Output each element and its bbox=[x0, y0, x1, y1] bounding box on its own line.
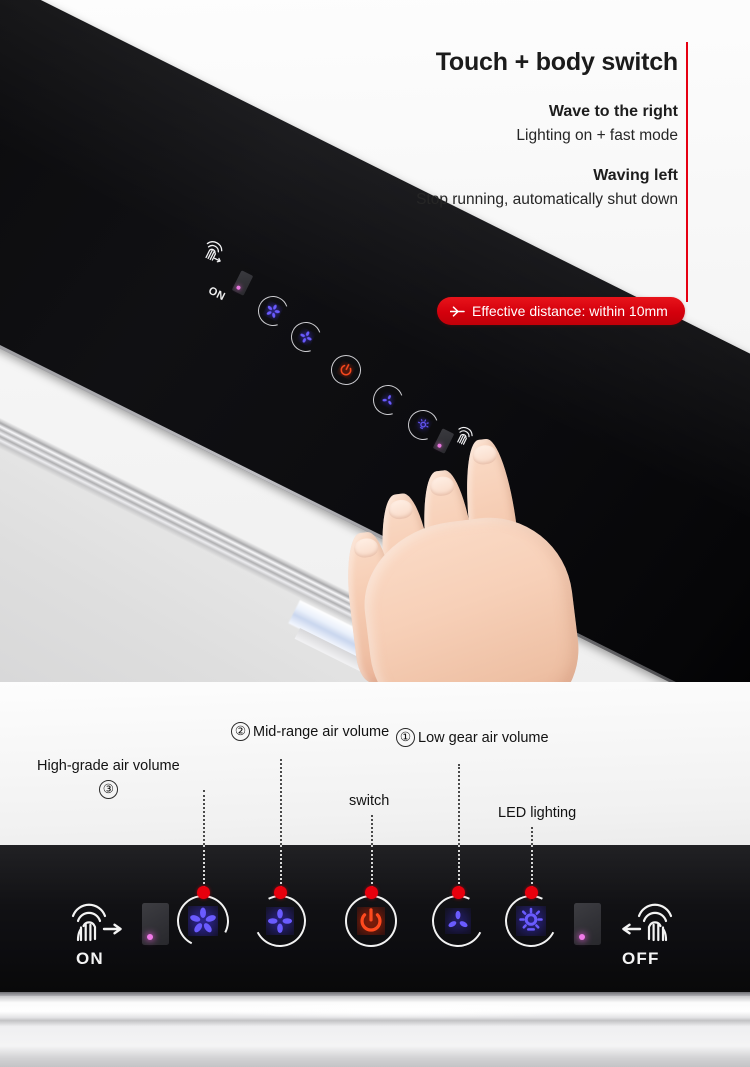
callout-high-grade-number: ③ bbox=[98, 780, 118, 799]
callout-switch: switch bbox=[349, 793, 389, 809]
on-label: ON bbox=[76, 949, 104, 968]
touch-control-panel: ON OFF bbox=[0, 845, 750, 992]
marker-power bbox=[365, 886, 378, 899]
callout-mid-range: ② Mid-range air volume bbox=[231, 722, 389, 741]
button-low-speed-fan[interactable] bbox=[425, 888, 491, 954]
callout-high-grade-label: High-grade air volume bbox=[37, 758, 180, 774]
marker-led-light bbox=[525, 886, 538, 899]
effective-distance-badge: Effective distance: within 10mm bbox=[437, 297, 685, 325]
hood-metal-trim bbox=[0, 992, 750, 1067]
feature-2-title: Waving left bbox=[593, 167, 678, 184]
off-label: OFF bbox=[622, 949, 660, 968]
leader-switch bbox=[371, 815, 373, 845]
leader-led-lighting bbox=[531, 827, 533, 845]
marker-high-fan bbox=[197, 886, 210, 899]
ir-sensor-window-right bbox=[574, 903, 601, 945]
fan-3-blade-icon bbox=[445, 908, 471, 934]
fan-5-blade-icon bbox=[188, 906, 218, 936]
button-power-switch[interactable] bbox=[345, 895, 397, 947]
leader-low-gear-lower bbox=[458, 845, 460, 892]
button-led-light[interactable] bbox=[498, 888, 564, 954]
callout-led-lighting: LED lighting bbox=[498, 805, 576, 821]
metal-trim-highlight bbox=[202, 1002, 593, 1018]
leader-switch-lower bbox=[371, 845, 373, 892]
red-accent-line bbox=[685, 42, 688, 302]
leader-low-gear bbox=[458, 764, 460, 845]
feature-2-desc: Stop running, automatically shut down bbox=[416, 191, 678, 208]
button-high-speed-fan[interactable] bbox=[170, 888, 236, 954]
hand-wave-right-icon bbox=[68, 896, 124, 942]
product-feature-page: ON Touch + body switch Wave to the right… bbox=[0, 0, 750, 1067]
callout-mid-range-label: Mid-range air volume bbox=[253, 723, 390, 740]
callout-high-grade: High-grade air volume ③ bbox=[37, 758, 180, 799]
leader-high-grade bbox=[203, 790, 205, 845]
light-bulb-icon bbox=[516, 906, 546, 936]
callout-led-lighting-label: LED lighting bbox=[498, 805, 577, 821]
hand-wave-left-icon bbox=[620, 896, 676, 942]
hero-product-photo: ON Touch + body switch Wave to the right… bbox=[0, 0, 750, 682]
hero-text-block: Touch + body switch Wave to the right Li… bbox=[248, 48, 678, 209]
feature-1-title: Wave to the right bbox=[548, 103, 678, 120]
feature-1-desc: Lighting on + fast mode bbox=[516, 127, 678, 144]
ir-sensor-window-left bbox=[142, 903, 169, 945]
leader-led-lighting-lower bbox=[531, 845, 533, 892]
leader-mid-range bbox=[280, 759, 282, 845]
power-icon bbox=[357, 907, 385, 935]
callout-switch-label: switch bbox=[349, 793, 390, 809]
callout-low-gear-label: Low gear air volume bbox=[418, 729, 549, 746]
fan-4-blade-icon bbox=[266, 907, 294, 935]
callout-low-gear: ① Low gear air volume bbox=[396, 728, 549, 747]
button-mid-speed-fan[interactable] bbox=[247, 888, 313, 954]
hand-waving-photo bbox=[335, 377, 699, 682]
sparkle-icon bbox=[450, 305, 465, 317]
marker-mid-fan bbox=[274, 886, 287, 899]
control-panel-diagram: High-grade air volume ③ ② Mid-range air … bbox=[0, 682, 750, 1067]
callout-label-area: High-grade air volume ③ ② Mid-range air … bbox=[0, 682, 750, 845]
callout-mid-range-number: ② bbox=[231, 722, 250, 741]
callout-low-gear-number: ① bbox=[396, 728, 415, 747]
marker-low-fan bbox=[452, 886, 465, 899]
page-title: Touch + body switch bbox=[435, 48, 678, 76]
leader-mid-range-lower bbox=[280, 845, 282, 892]
leader-high-grade-lower bbox=[203, 845, 205, 892]
badge-label: Effective distance: within 10mm bbox=[472, 303, 668, 319]
